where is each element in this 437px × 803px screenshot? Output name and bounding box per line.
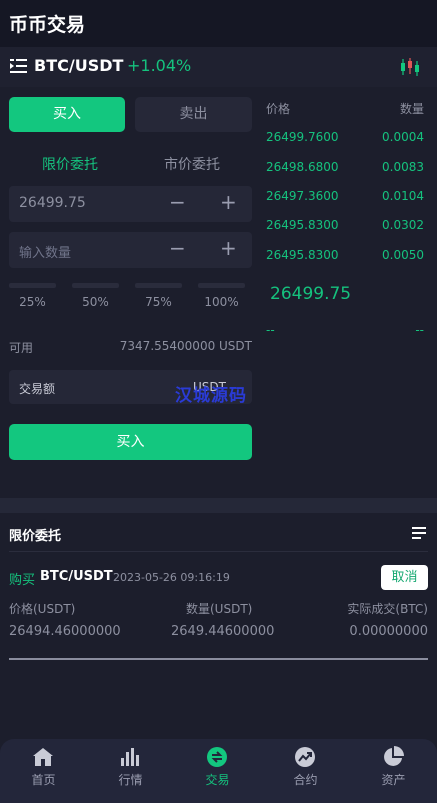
orderbook-row-price: 26495.8300 <box>266 248 339 262</box>
orderbook-row-price: 26498.6800 <box>266 160 339 174</box>
tab-trade[interactable]: 交易 <box>174 739 261 803</box>
buy-tab[interactable]: 买入 <box>9 97 125 132</box>
quantity-decrease-button[interactable]: − <box>169 236 186 260</box>
tab-market-label: 行情 <box>118 773 143 787</box>
order-quantity-label: 数量(USDT) <box>186 602 253 616</box>
order-list-icon[interactable] <box>412 527 426 539</box>
orderbook-row-price: 26499.7600 <box>266 130 339 144</box>
pair-menu-icon[interactable] <box>10 59 27 73</box>
orderbook-row-price: 26495.8300 <box>266 218 339 232</box>
page-title: 币币交易 <box>9 14 86 36</box>
order-quantity-value: 2649.44600000 <box>171 624 275 639</box>
orderbook-dash-left: -- <box>266 323 275 337</box>
price-decrease-button[interactable]: − <box>169 190 186 214</box>
tab-home-label: 首页 <box>31 773 56 787</box>
tab-assets[interactable]: 资产 <box>350 739 437 803</box>
tab-assets-label: 资产 <box>381 773 406 787</box>
tab-market[interactable]: 行情 <box>87 739 174 803</box>
available-value: 7347.55400000 USDT <box>119 339 252 353</box>
percent-bar-50[interactable] <box>72 283 119 288</box>
top-bar: 币币交易 <box>0 0 437 47</box>
quantity-input[interactable]: 输入数量 − + <box>9 232 252 268</box>
percent-bar-100[interactable] <box>198 283 245 288</box>
order-pair: BTC/USDT <box>40 569 113 584</box>
order-price-label: 价格(USDT) <box>9 602 76 616</box>
available-label: 可用 <box>9 341 34 355</box>
tab-contract-label: 合约 <box>293 773 318 787</box>
percent-label-50[interactable]: 50% <box>72 295 119 309</box>
price-input[interactable]: 26499.75 − + <box>9 186 252 222</box>
orders-section-title: 限价委托 <box>9 529 62 544</box>
trade-amount-label: 交易额 <box>19 382 56 396</box>
orderbook-row-quantity: 0.0302 <box>382 218 424 232</box>
order-filled-label: 实际成交(BTC) <box>347 602 428 616</box>
orderbook-row-quantity: 0.0104 <box>382 189 424 203</box>
candlestick-chart-icon[interactable] <box>399 57 421 77</box>
pair-change: +1.04% <box>127 56 192 75</box>
market-chart-icon <box>121 748 139 766</box>
home-icon <box>33 748 53 766</box>
pair-name[interactable]: BTC/USDT <box>34 56 123 75</box>
orderbook-price-header: 价格 <box>266 102 291 116</box>
assets-pie-icon <box>384 746 404 766</box>
order-filled-value: 0.00000000 <box>349 624 428 639</box>
market-order-tab[interactable]: 市价委托 <box>164 154 220 174</box>
order-side: 购买 <box>9 573 36 588</box>
percent-label-25[interactable]: 25% <box>9 295 56 309</box>
quantity-input-placeholder[interactable]: 输入数量 <box>19 242 71 261</box>
quantity-increase-button[interactable]: + <box>220 236 237 260</box>
bottom-tab-bar: 首页 行情 交易 合约 资产 <box>0 739 437 803</box>
percent-label-100[interactable]: 100% <box>198 295 245 309</box>
percent-bar-25[interactable] <box>9 283 56 288</box>
contract-trend-icon <box>295 747 315 767</box>
sell-tab[interactable]: 卖出 <box>135 97 252 132</box>
orderbook-row-quantity: 0.0083 <box>382 160 424 174</box>
orderbook-row-quantity: 0.0050 <box>382 248 424 262</box>
limit-order-tab[interactable]: 限价委托 <box>42 154 98 174</box>
orderbook-row-quantity: 0.0004 <box>382 130 424 144</box>
pair-bar: BTC/USDT +1.04% <box>0 47 437 87</box>
orderbook-dash-right: -- <box>415 323 424 337</box>
watermark-text: 汉城源码 <box>175 386 247 406</box>
buy-submit-button[interactable]: 买入 <box>9 424 252 460</box>
tab-contract[interactable]: 合约 <box>262 739 349 803</box>
cancel-order-button[interactable]: 取消 <box>381 565 428 590</box>
order-time: 2023-05-26 09:16:19 <box>113 571 230 584</box>
section-divider <box>0 498 437 513</box>
percent-label-75[interactable]: 75% <box>135 295 182 309</box>
orderbook-row-price: 26497.3600 <box>266 189 339 203</box>
tab-home[interactable]: 首页 <box>0 739 87 803</box>
orderbook-quantity-header: 数量 <box>399 102 424 116</box>
last-price: 26499.75 <box>270 284 352 304</box>
trade-icon <box>207 747 227 767</box>
order-bottom-line <box>9 658 428 660</box>
orders-separator <box>9 551 428 552</box>
price-input-value[interactable]: 26499.75 <box>19 195 86 211</box>
percent-bar-75[interactable] <box>135 283 182 288</box>
price-increase-button[interactable]: + <box>220 190 237 214</box>
tab-trade-label: 交易 <box>205 773 230 787</box>
order-price-value: 26494.46000000 <box>9 624 121 639</box>
